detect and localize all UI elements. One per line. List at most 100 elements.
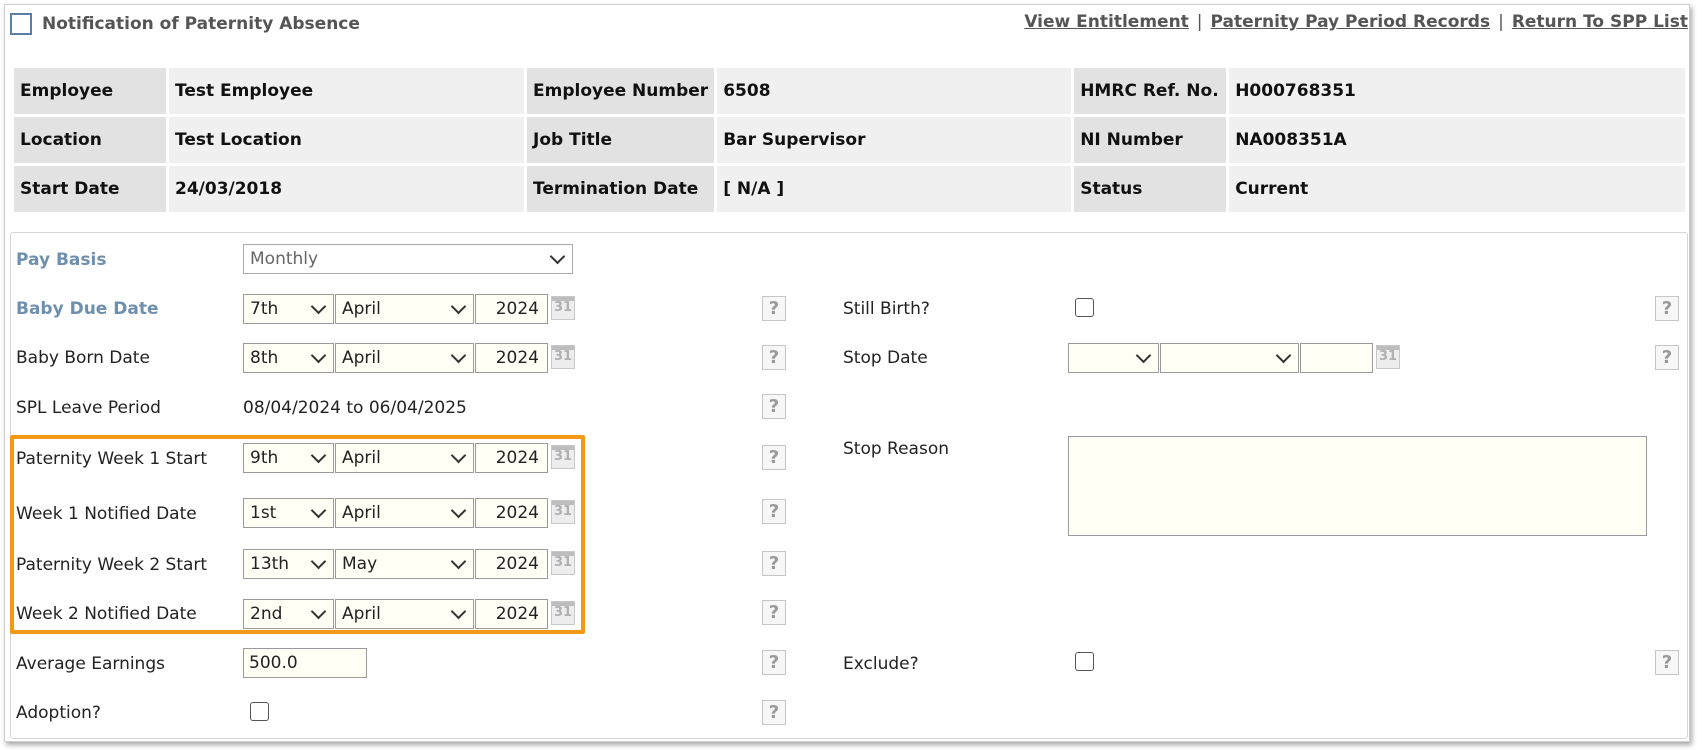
calendar-icon[interactable]: 31 [551, 551, 575, 575]
link-separator: | [1196, 12, 1203, 32]
calendar-icon[interactable]: 31 [551, 601, 575, 625]
calendar-icon[interactable]: 31 [551, 500, 575, 524]
help-icon[interactable]: ? [762, 650, 786, 675]
week1-notified-day-select[interactable]: 1st [243, 498, 334, 528]
month-value: May [342, 554, 378, 574]
paternity-pay-period-records-link[interactable]: Paternity Pay Period Records [1211, 12, 1491, 32]
chevron-down-icon [450, 502, 467, 518]
day-value: 9th [250, 448, 279, 468]
calendar-icon-label: 31 [553, 504, 573, 519]
week2-notified-month-select[interactable]: April [335, 599, 474, 629]
calendar-icon[interactable]: 31 [551, 345, 575, 369]
help-icon[interactable]: ? [762, 345, 786, 370]
chevron-down-icon [450, 447, 467, 463]
week1-notified-month-select[interactable]: April [335, 498, 474, 528]
page-title: Notification of Paternity Absence [42, 14, 360, 34]
chevron-down-icon [450, 603, 467, 619]
ni-number-label: NI Number [1074, 117, 1227, 163]
help-icon[interactable]: ? [1655, 650, 1679, 675]
chevron-down-icon [310, 347, 327, 363]
status-value: Current [1229, 166, 1685, 212]
status-label: Status [1074, 166, 1227, 212]
employee-info-table: Employee Test Employee Employee Number 6… [11, 65, 1688, 215]
average-earnings-input[interactable]: 500.0 [243, 648, 367, 678]
week2-start-day-select[interactable]: 13th [243, 549, 334, 579]
exclude-checkbox[interactable] [1075, 652, 1094, 671]
month-value: April [342, 299, 381, 319]
calendar-icon-label: 31 [553, 300, 573, 315]
location-value: Test Location [169, 117, 524, 163]
chevron-down-icon [1135, 347, 1152, 363]
baby-due-day-select[interactable]: 7th [243, 294, 334, 324]
chevron-down-icon [310, 447, 327, 463]
calendar-icon-label: 31 [553, 555, 573, 570]
calendar-icon[interactable]: 31 [1376, 345, 1400, 369]
stop-date-year-input[interactable] [1300, 343, 1373, 373]
termination-date-label: Termination Date [527, 166, 715, 212]
week2-start-year-input[interactable]: 2024 [475, 549, 548, 579]
chevron-down-icon [1275, 347, 1292, 363]
week1-start-day-select[interactable]: 9th [243, 443, 334, 473]
pay-basis-select[interactable]: Monthly [243, 244, 573, 274]
stop-reason-textarea[interactable] [1068, 436, 1647, 536]
adoption-checkbox[interactable] [250, 702, 269, 721]
day-value: 1st [250, 503, 277, 523]
stop-reason-label: Stop Reason [843, 439, 950, 459]
calendar-icon[interactable]: 31 [551, 445, 575, 469]
exclude-label: Exclude? [843, 654, 919, 674]
help-icon[interactable]: ? [1655, 296, 1679, 321]
help-icon[interactable]: ? [762, 600, 786, 625]
pay-basis-value: Monthly [250, 249, 319, 269]
hmrc-ref-value: H000768351 [1229, 68, 1685, 114]
baby-born-month-select[interactable]: April [335, 343, 474, 373]
stop-date-day-select[interactable] [1068, 343, 1159, 373]
view-entitlement-link[interactable]: View Entitlement [1024, 12, 1188, 32]
week1-notified-year-input[interactable]: 2024 [475, 498, 548, 528]
employee-label: Employee [14, 68, 166, 114]
average-earnings-label: Average Earnings [16, 654, 165, 674]
week2-start-month-select[interactable]: May [335, 549, 474, 579]
link-separator: | [1498, 12, 1504, 32]
spl-leave-period-value: 08/04/2024 to 06/04/2025 [243, 398, 467, 418]
help-icon[interactable]: ? [1655, 345, 1679, 370]
calendar-icon-label: 31 [553, 349, 573, 364]
calendar-icon[interactable]: 31 [551, 296, 575, 320]
help-icon[interactable]: ? [762, 296, 786, 321]
week2-notified-year-input[interactable]: 2024 [475, 599, 548, 629]
still-birth-label: Still Birth? [843, 299, 930, 319]
baby-due-year-input[interactable]: 2024 [475, 294, 548, 324]
week2-notified-day-select[interactable]: 2nd [243, 599, 334, 629]
table-row: Employee Test Employee Employee Number 6… [14, 68, 1685, 114]
chevron-down-icon [310, 553, 327, 569]
help-icon[interactable]: ? [762, 394, 786, 419]
stop-date-month-select[interactable] [1160, 343, 1299, 373]
help-icon[interactable]: ? [762, 700, 786, 725]
start-date-value: 24/03/2018 [169, 166, 524, 212]
chevron-down-icon [450, 298, 467, 314]
header-links: View Entitlement | Paternity Pay Period Re… [1024, 12, 1688, 32]
hmrc-ref-label: HMRC Ref. No. [1074, 68, 1227, 114]
help-icon[interactable]: ? [762, 499, 786, 524]
help-icon[interactable]: ? [762, 445, 786, 470]
baby-due-month-select[interactable]: April [335, 294, 474, 324]
baby-born-date-label: Baby Born Date [16, 348, 150, 368]
spl-leave-period-label: SPL Leave Period [16, 398, 161, 418]
month-value: April [342, 604, 381, 624]
chevron-down-icon [450, 553, 467, 569]
month-value: April [342, 503, 381, 523]
adoption-label: Adoption? [16, 703, 101, 723]
week1-start-month-select[interactable]: April [335, 443, 474, 473]
chevron-down-icon [310, 298, 327, 314]
table-row: Location Test Location Job Title Bar Sup… [14, 117, 1685, 163]
chevron-down-icon [310, 603, 327, 619]
ni-number-value: NA008351A [1229, 117, 1685, 163]
still-birth-checkbox[interactable] [1075, 298, 1094, 317]
week1-start-year-input[interactable]: 2024 [475, 443, 548, 473]
baby-born-year-input[interactable]: 2024 [475, 343, 548, 373]
help-icon[interactable]: ? [762, 551, 786, 576]
baby-born-day-select[interactable]: 8th [243, 343, 334, 373]
chevron-down-icon [450, 347, 467, 363]
return-to-spp-list-link[interactable]: Return To SPP List [1512, 12, 1688, 32]
header-checkbox[interactable] [10, 13, 32, 35]
baby-due-date-label: Baby Due Date [16, 299, 159, 319]
